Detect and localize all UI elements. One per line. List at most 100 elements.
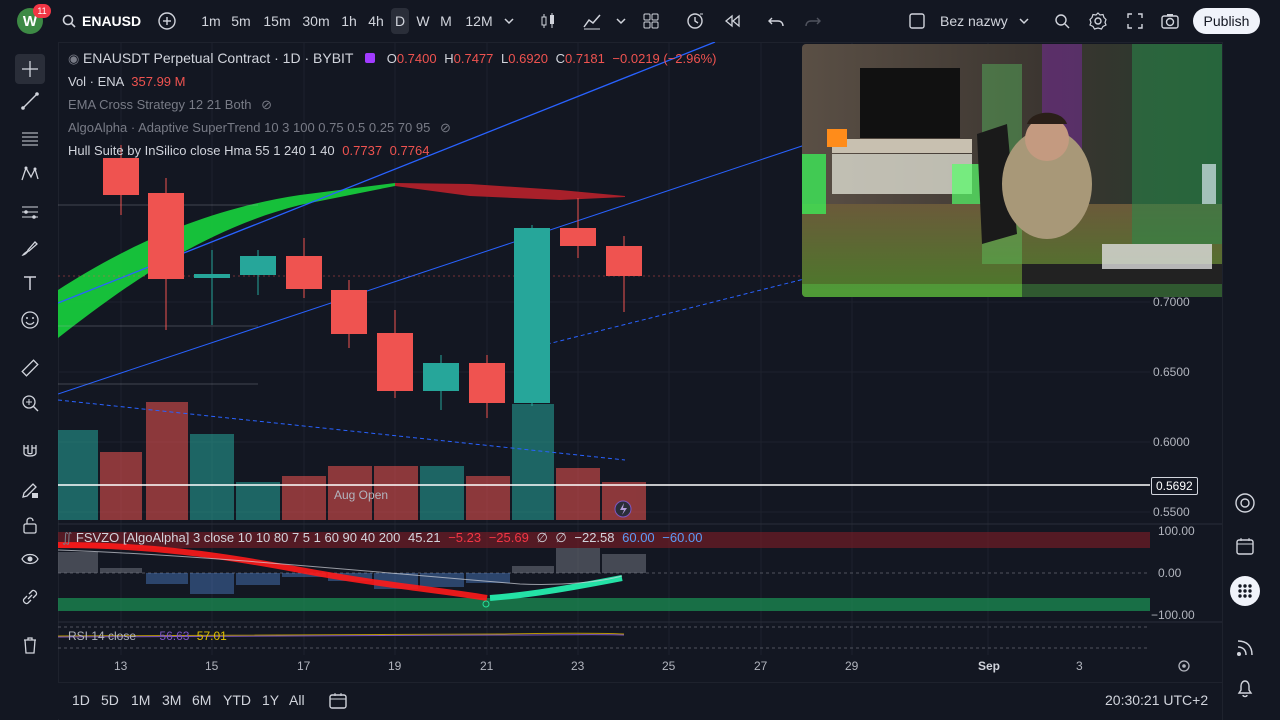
layouts-grid-icon[interactable]	[641, 11, 661, 31]
osc-tick-minus100: −100.00	[1151, 608, 1195, 622]
range-6m[interactable]: 6M	[192, 692, 211, 708]
hull-value-1: 0.7737	[342, 143, 383, 158]
stream-signal-icon[interactable]	[1233, 636, 1257, 660]
clock-timezone[interactable]: 20:30:21 UTC+2	[1105, 692, 1208, 708]
range-1d[interactable]: 1D	[72, 692, 90, 708]
supertrend-legend[interactable]: AlgoAlpha · Adaptive SuperTrend 10 3 100…	[68, 120, 451, 136]
current-price-tag: 0.5692	[1151, 477, 1198, 495]
camera-snapshot-icon[interactable]	[1160, 11, 1180, 31]
date-tick: 15	[205, 659, 219, 673]
rsi-legend[interactable]: RSI 14 close 56.63 57.01	[68, 629, 227, 643]
interval-m[interactable]: M	[437, 10, 455, 32]
date-tick: 29	[845, 659, 859, 673]
date-tick: 17	[297, 659, 311, 673]
fsvzo-value-3: −25.69	[488, 530, 529, 545]
range-3m[interactable]: 3M	[162, 692, 181, 708]
change-value: −0.0219 (−2.96%)	[612, 51, 717, 66]
settings-gear-icon[interactable]	[1088, 11, 1108, 31]
text-tool-icon[interactable]	[18, 271, 42, 295]
redo-icon[interactable]	[803, 11, 823, 31]
interval-4h[interactable]: 4h	[365, 10, 387, 32]
hull-suite-legend[interactable]: Hull Suite by InSilico close Hma 55 1 24…	[68, 143, 429, 158]
replay-icon[interactable]	[722, 11, 742, 31]
target-icon[interactable]	[1233, 491, 1257, 515]
symbol-title: ENAUSDT Perpetual Contract · 1D · BYBIT	[82, 50, 354, 66]
apps-grid-icon[interactable]	[1230, 576, 1260, 606]
rsi-value-2: 57.01	[196, 629, 227, 643]
exchange-badge-icon	[365, 53, 376, 63]
symbol-name: ENAUSD	[82, 13, 142, 29]
alert-clock-icon[interactable]	[685, 11, 705, 31]
interval-12m[interactable]: 12M	[462, 10, 496, 32]
draw-lock-pencil-icon[interactable]	[18, 478, 42, 502]
range-1y[interactable]: 1Y	[262, 692, 279, 708]
fsvzo-legend[interactable]: ∬ FSVZO [AlgoAlpha] 3 close 10 10 80 7 5…	[62, 530, 702, 546]
trendline-tool-icon[interactable]	[18, 89, 42, 113]
lock-icon[interactable]	[18, 513, 42, 537]
brush-tool-icon[interactable]	[18, 236, 42, 260]
forecast-tool-icon[interactable]	[18, 200, 42, 224]
fullscreen-icon[interactable]	[1125, 11, 1145, 31]
main-legend[interactable]: ◉ ENAUSDT Perpetual Contract · 1D · BYBI…	[68, 50, 717, 67]
search-icon	[62, 14, 76, 28]
magnet-icon[interactable]	[18, 440, 42, 464]
indicators-icon[interactable]	[582, 11, 602, 31]
aug-open-label: Aug Open	[334, 488, 389, 502]
osc-tick-100: 100.00	[1158, 524, 1195, 538]
layout-square-icon[interactable]	[908, 12, 926, 30]
fsvzo-value-4: ∅	[536, 530, 548, 545]
eye-toggle-icon[interactable]: ◉	[68, 51, 79, 66]
publish-button[interactable]: Publish	[1193, 8, 1260, 34]
measure-ruler-icon[interactable]	[18, 356, 42, 380]
interval-1m[interactable]: 1m	[199, 10, 223, 32]
hidden-eye-icon[interactable]: ⊘	[440, 120, 451, 135]
range-all[interactable]: All	[289, 692, 305, 708]
fib-tool-icon[interactable]	[18, 127, 42, 151]
calendar-icon[interactable]	[1233, 534, 1257, 558]
compare-add-icon[interactable]	[157, 11, 177, 31]
interval-15m[interactable]: 15m	[261, 10, 293, 32]
high-value: 0.7477	[453, 51, 494, 66]
volume-legend[interactable]: Vol · ENA 357.99 M	[68, 74, 185, 89]
emoji-tool-icon[interactable]	[18, 308, 42, 332]
trash-icon[interactable]	[18, 633, 42, 657]
range-1m[interactable]: 1M	[131, 692, 150, 708]
zoom-in-icon[interactable]	[18, 391, 42, 415]
undo-icon[interactable]	[766, 11, 786, 31]
rsi-value-1: 56.63	[159, 629, 190, 643]
chevron-down-icon[interactable]	[1018, 15, 1030, 27]
hidden-eye-icon[interactable]: ⊘	[261, 97, 272, 112]
range-5d[interactable]: 5D	[101, 692, 119, 708]
chevron-down-icon[interactable]	[615, 15, 627, 27]
hull-suite-label: Hull Suite by InSilico close Hma 55 1 24…	[68, 143, 335, 158]
interval-5m[interactable]: 5m	[229, 10, 253, 32]
quick-search-icon[interactable]	[1052, 11, 1072, 31]
chevron-down-icon[interactable]	[503, 15, 515, 27]
symbol-search-button[interactable]: ENAUSD	[62, 8, 141, 34]
crosshair-tool-icon[interactable]	[15, 54, 45, 84]
low-value: 0.6920	[508, 51, 549, 66]
interval-1h[interactable]: 1h	[338, 10, 360, 32]
notifications-bell-icon[interactable]	[1233, 676, 1257, 700]
interval-30m[interactable]: 30m	[300, 10, 332, 32]
date-range-calendar-icon[interactable]	[328, 691, 348, 711]
range-ytd[interactable]: YTD	[223, 692, 251, 708]
price-tick-0650: 0.6500	[1153, 365, 1190, 379]
layout-name[interactable]: Bez nazwy	[940, 10, 1010, 32]
ema-cross-legend[interactable]: EMA Cross Strategy 12 21 Both ⊘	[68, 97, 272, 113]
close-label: C	[555, 51, 566, 66]
fsvzo-value-2: −5.23	[448, 530, 482, 545]
candle-type-icon[interactable]	[538, 11, 558, 31]
link-icon[interactable]	[18, 585, 42, 609]
interval-w[interactable]: W	[414, 10, 432, 32]
eye-visibility-icon[interactable]	[18, 547, 42, 571]
interval-d[interactable]: D	[391, 8, 409, 34]
date-tick: 27	[754, 659, 768, 673]
fsvzo-value-7: 60.00	[622, 530, 655, 545]
pattern-tool-icon[interactable]	[18, 162, 42, 186]
notification-badge: 11	[33, 4, 51, 18]
script-icon: ∬	[62, 530, 73, 545]
volume-bars	[58, 402, 646, 520]
axis-settings-icon[interactable]	[1176, 658, 1192, 674]
right-widget-bar	[1222, 42, 1280, 720]
